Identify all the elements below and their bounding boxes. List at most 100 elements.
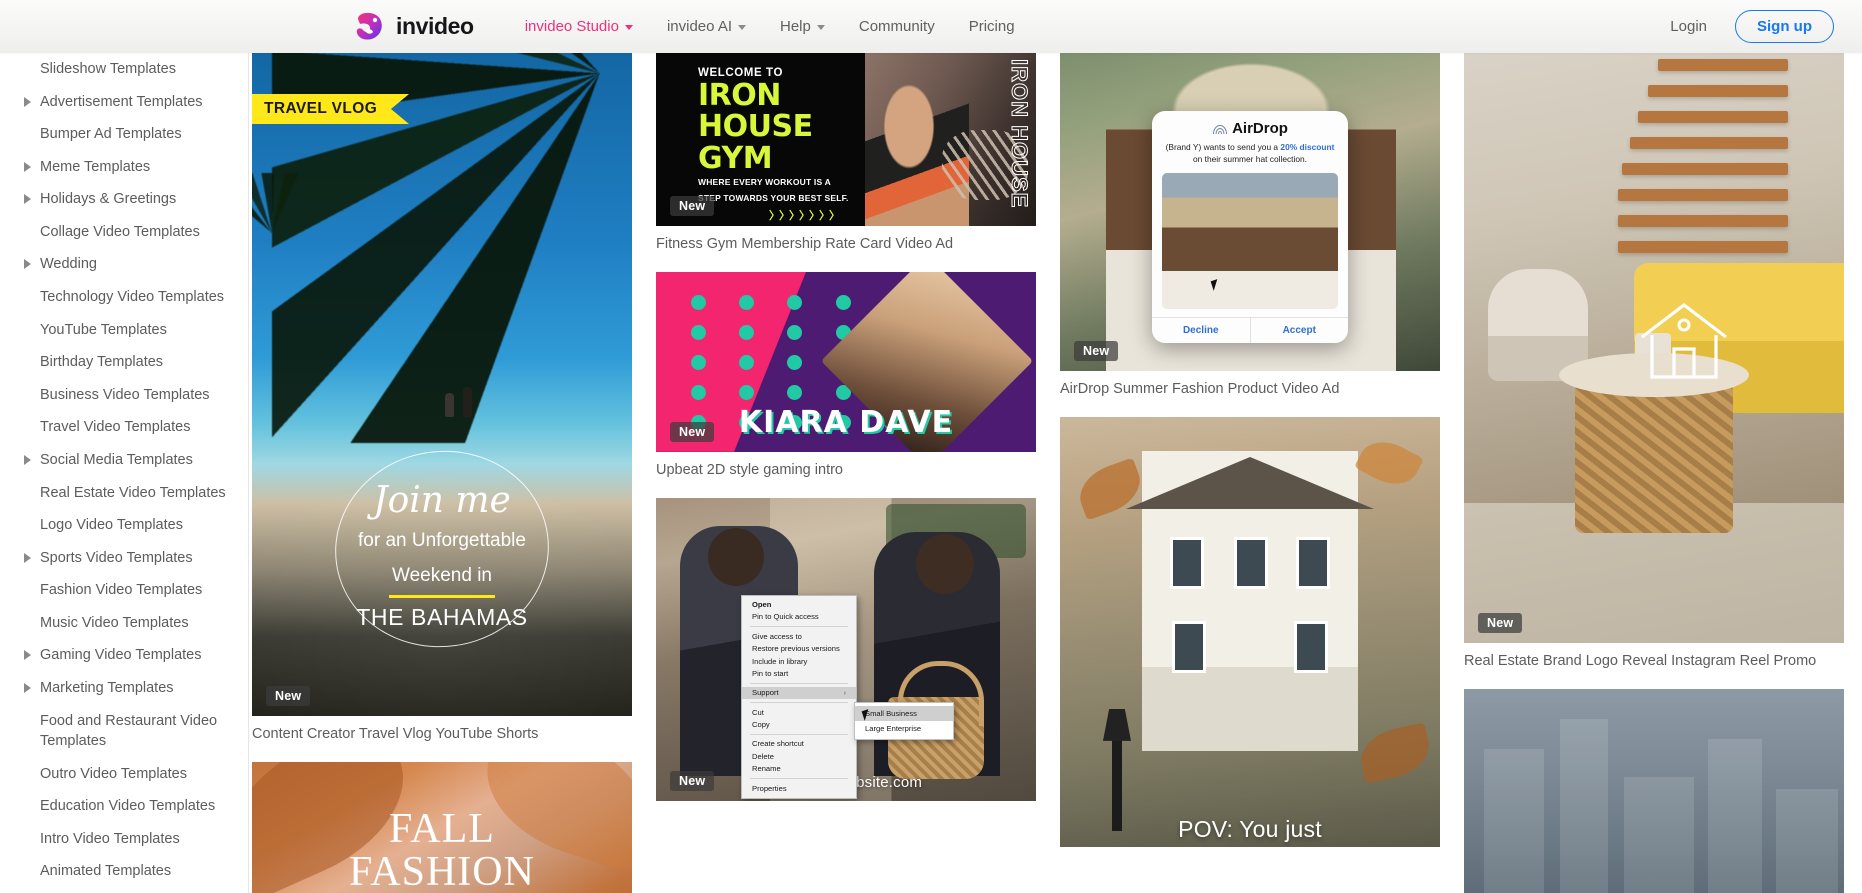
template-card-pov-house[interactable]: POV: You just <box>1060 416 1440 847</box>
site-header: invideo invideo Studio invideo AI Help C… <box>0 0 1862 53</box>
context-menu-item-include-in-library[interactable]: Include in library <box>742 655 856 667</box>
sidebar-item-real-estate-video-templates[interactable]: Real Estate Video Templates <box>0 477 248 510</box>
sidebar-item-gaming-video-templates[interactable]: Gaming Video Templates <box>0 639 248 672</box>
template-card-flower-shop[interactable]: Open Pin to Quick access Give access to Res… <box>656 497 1036 801</box>
sidebar-item-education-video-templates[interactable]: Education Video Templates <box>0 790 248 823</box>
expand-arrow-icon <box>24 161 31 172</box>
sidebar-item-youtube-templates[interactable]: YouTube Templates <box>0 314 248 347</box>
house-window <box>1170 536 1204 589</box>
sidebar-item-label: Travel Video Templates <box>40 419 191 436</box>
context-menu-item-rename[interactable]: Rename <box>742 763 856 775</box>
template-title: Content Creator Travel Vlog YouTube Shor… <box>252 726 539 742</box>
menu-separator <box>750 682 848 684</box>
nav-community[interactable]: Community <box>842 12 952 41</box>
template-thumbnail[interactable]: POV: You just <box>1060 416 1440 847</box>
nav-invideo-studio[interactable]: invideo Studio <box>508 12 650 41</box>
rattan-drum-base <box>1575 383 1733 533</box>
sidebar-item-label: Marketing Templates <box>40 679 174 696</box>
sidebar-item-advertisement-templates[interactable]: Advertisement Templates <box>0 86 248 119</box>
sidebar-item-outro-video-templates[interactable]: Outro Video Templates <box>0 758 248 791</box>
accept-button[interactable]: Accept <box>1249 318 1349 344</box>
template-thumbnail[interactable]: KIARA DAVE New <box>656 271 1036 452</box>
context-menu-item-restore-previous-versions[interactable]: Restore previous versions <box>742 643 856 655</box>
context-menu-item-pin-to-start[interactable]: Pin to start <box>742 668 856 680</box>
nav-help[interactable]: Help <box>763 12 842 41</box>
template-thumbnail[interactable]: AirDrop (Brand Y) wants to send you a 20… <box>1060 53 1440 371</box>
signup-button[interactable]: Sign up <box>1735 10 1834 43</box>
sidebar-item-meme-templates[interactable]: Meme Templates <box>0 151 248 184</box>
sidebar-item-slideshow-templates[interactable]: Slideshow Templates <box>0 53 248 86</box>
brand-logo[interactable]: invideo <box>352 10 474 44</box>
sidebar-item-bumper-ad-templates[interactable]: Bumper Ad Templates <box>0 118 248 151</box>
template-card-gym[interactable]: WELCOME TO IRON HOUSE GYM WHERE EVERY WO… <box>656 53 1036 254</box>
sidebar-item-promo-video-templates[interactable]: Promo Video Templates <box>0 888 248 893</box>
sidebar-item-birthday-templates[interactable]: Birthday Templates <box>0 346 248 379</box>
airdrop-description: (Brand Y) wants to send you a 20% discou… <box>1152 141 1348 173</box>
windows-context-menu[interactable]: Open Pin to Quick access Give access to Res… <box>741 594 857 799</box>
sidebar-item-intro-video-templates[interactable]: Intro Video Templates <box>0 823 248 856</box>
sidebar-item-travel-video-templates[interactable]: Travel Video Templates <box>0 411 248 444</box>
context-menu-item-properties[interactable]: Properties <box>742 782 856 794</box>
airdrop-action-row: Decline Accept <box>1152 317 1349 344</box>
sidebar-item-marketing-templates[interactable]: Marketing Templates <box>0 672 248 705</box>
sidebar-item-wedding[interactable]: Wedding <box>0 248 248 281</box>
submenu-item-large-enterprise[interactable]: Large Enterprise <box>855 721 953 736</box>
sidebar-item-logo-video-templates[interactable]: Logo Video Templates <box>0 509 248 542</box>
context-menu-item-support[interactable]: Support › <box>742 686 856 700</box>
sidebar-item-technology-video-templates[interactable]: Technology Video Templates <box>0 281 248 314</box>
context-menu-item-delete[interactable]: Delete <box>742 750 856 762</box>
template-thumbnail[interactable]: FALL FASHION <box>252 761 632 893</box>
chevron-arrows-icon: 〉〉〉〉〉〉〉 <box>769 210 840 223</box>
menu-item-label: Pin to start <box>752 668 789 678</box>
sidebar-item-food-and-restaurant-video-templates[interactable]: Food and Restaurant Video Templates <box>0 705 248 758</box>
menu-item-label: Rename <box>752 764 781 774</box>
template-card-travel-vlog[interactable]: TRAVEL VLOG Join me for an Unforgettable… <box>252 53 632 744</box>
template-thumbnail[interactable]: New <box>1464 53 1844 643</box>
sidebar-item-collage-video-templates[interactable]: Collage Video Templates <box>0 216 248 249</box>
template-card-city-aerial[interactable] <box>1464 688 1844 893</box>
template-card-airdrop[interactable]: AirDrop (Brand Y) wants to send you a 20… <box>1060 53 1440 399</box>
sidebar-item-sports-video-templates[interactable]: Sports Video Templates <box>0 542 248 575</box>
context-menu-item-copy[interactable]: Copy <box>742 719 856 731</box>
expand-arrow-icon <box>24 682 31 693</box>
main-navigation: invideo Studio invideo AI Help Community… <box>508 12 1032 41</box>
context-menu-item-open[interactable]: Open <box>742 599 856 611</box>
template-thumbnail[interactable]: Open Pin to Quick access Give access to Res… <box>656 497 1036 801</box>
decline-button[interactable]: Decline <box>1152 318 1250 343</box>
house-window <box>1234 536 1268 589</box>
submenu-item-label: Small Business <box>865 708 917 718</box>
sidebar-item-label: Gaming Video Templates <box>40 647 202 664</box>
template-card-fall-fashion[interactable]: FALL FASHION <box>252 761 632 893</box>
menu-item-label: Delete <box>752 751 774 761</box>
sidebar-item-label: Holidays & Greetings <box>40 191 177 208</box>
context-submenu[interactable]: Small Business Large Enterprise <box>854 701 954 740</box>
expand-arrow-icon <box>24 454 31 465</box>
building <box>1776 788 1838 893</box>
sidebar-item-holidays-greetings[interactable]: Holidays & Greetings <box>0 183 248 216</box>
template-thumbnail[interactable]: WELCOME TO IRON HOUSE GYM WHERE EVERY WO… <box>656 53 1036 226</box>
template-thumbnail[interactable]: TRAVEL VLOG Join me for an Unforgettable… <box>252 53 632 716</box>
pov-overlay-text: POV: You just <box>1178 815 1322 842</box>
sidebar-item-social-media-templates[interactable]: Social Media Templates <box>0 444 248 477</box>
template-card-gaming[interactable]: KIARA DAVE New Upbeat 2D style gaming in… <box>656 271 1036 480</box>
context-menu-item-pin-to-quick-access[interactable]: Pin to Quick access <box>742 611 856 623</box>
airdrop-dialog[interactable]: AirDrop (Brand Y) wants to send you a 20… <box>1152 111 1349 344</box>
context-menu-item-create-shortcut[interactable]: Create shortcut <box>742 738 856 750</box>
gym-name-line-1: IRON <box>698 78 781 113</box>
context-menu-item-give-access-to[interactable]: Give access to <box>742 630 856 642</box>
overlay-line-2: FASHION <box>349 848 535 893</box>
bahamas-overlay-text: Join me for an Unforgettable Weekend in … <box>287 437 597 661</box>
nav-invideo-ai[interactable]: invideo AI <box>650 12 763 41</box>
template-thumbnail[interactable] <box>1464 688 1844 893</box>
nav-pricing[interactable]: Pricing <box>952 12 1032 41</box>
context-menu-item-cut[interactable]: Cut <box>742 706 856 718</box>
sidebar-item-business-video-templates[interactable]: Business Video Templates <box>0 379 248 412</box>
sidebar-item-animated-templates[interactable]: Animated Templates <box>0 855 248 888</box>
login-link[interactable]: Login <box>1670 18 1707 35</box>
sidebar-item-fashion-video-templates[interactable]: Fashion Video Templates <box>0 574 248 607</box>
grid-column-3: AirDrop (Brand Y) wants to send you a 20… <box>1060 53 1440 893</box>
template-card-real-estate[interactable]: New Real Estate Brand Logo Reveal Instag… <box>1464 53 1844 671</box>
nav-label: Help <box>780 18 811 35</box>
sidebar-item-music-video-templates[interactable]: Music Video Templates <box>0 607 248 640</box>
person-left-head <box>708 527 764 586</box>
